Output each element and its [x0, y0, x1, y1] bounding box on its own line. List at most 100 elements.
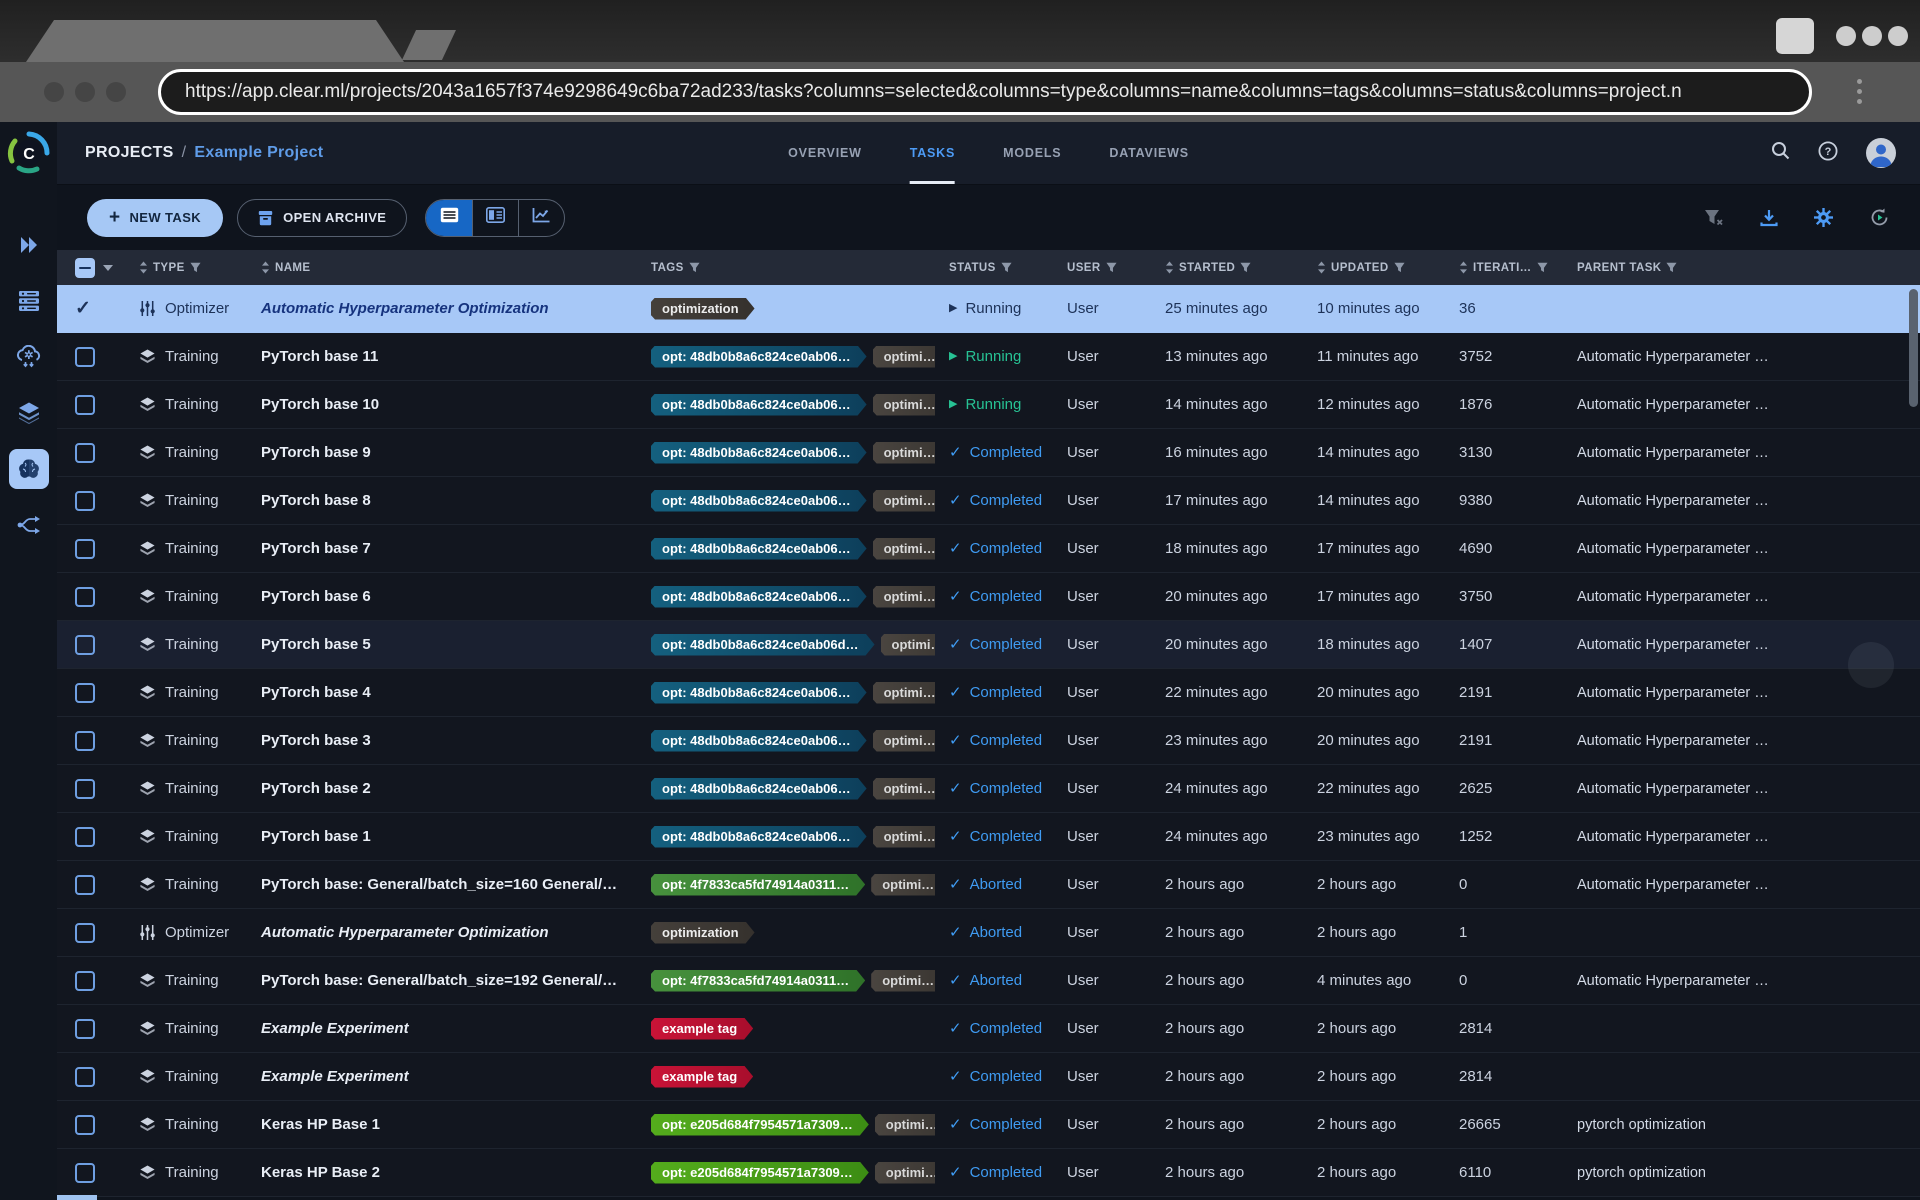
tag-chip[interactable]: opt: 48db0b8a6c824ce0ab06…	[651, 826, 867, 848]
browser-menu-icon[interactable]	[1857, 79, 1862, 104]
task-name[interactable]: PyTorch base: General/batch_size=192 Gen…	[247, 972, 637, 989]
column-header-status[interactable]: STATUS	[935, 262, 1053, 274]
task-name[interactable]: PyTorch base 5	[247, 636, 637, 653]
column-header-tags[interactable]: TAGS	[637, 262, 935, 274]
task-name[interactable]: PyTorch base 9	[247, 444, 637, 461]
row-checkbox[interactable]	[57, 827, 125, 847]
tag-chip[interactable]: optimi…	[873, 826, 935, 848]
sidebar-item-pipeline[interactable]	[0, 497, 57, 553]
sort-icon[interactable]	[1165, 261, 1174, 274]
table-row[interactable]: TrainingPyTorch base: General/batch_size…	[57, 957, 1920, 1005]
column-header-type[interactable]: TYPE	[125, 261, 247, 274]
user-avatar[interactable]	[1866, 138, 1896, 168]
tab-models[interactable]: MODELS	[1003, 122, 1061, 184]
table-row[interactable]: TrainingPyTorch base 9opt: 48db0b8a6c824…	[57, 429, 1920, 477]
breadcrumb-projects[interactable]: PROJECTS	[85, 144, 174, 161]
row-checkbox[interactable]	[57, 923, 125, 943]
row-checkbox[interactable]	[57, 347, 125, 367]
settings-icon[interactable]	[1814, 208, 1833, 227]
filter-icon[interactable]	[1240, 262, 1251, 273]
tag-chip[interactable]: opt: 48db0b8a6c824ce0ab06…	[651, 490, 867, 512]
table-row[interactable]: TrainingKeras HP Base 1opt: e205d684f795…	[57, 1101, 1920, 1149]
tag-chip[interactable]: opt: 48db0b8a6c824ce0ab06…	[651, 778, 867, 800]
browser-window-buttons[interactable]	[1836, 26, 1908, 46]
row-checkbox[interactable]	[57, 491, 125, 511]
tag-chip[interactable]: optimization	[651, 298, 755, 320]
table-row[interactable]: TrainingKeras HP Base 2opt: e205d684f795…	[57, 1149, 1920, 1197]
tag-chip[interactable]: optimi…	[871, 874, 935, 896]
table-row[interactable]: TrainingPyTorch base 2opt: 48db0b8a6c824…	[57, 765, 1920, 813]
table-row[interactable]: TrainingPyTorch base: General/batch_size…	[57, 861, 1920, 909]
tab-dataviews[interactable]: DATAVIEWS	[1109, 122, 1188, 184]
tag-chip[interactable]: optimi…	[873, 778, 935, 800]
tag-chip[interactable]: opt: 4f7833ca5fd74914a0311…	[651, 970, 865, 992]
table-row[interactable]: TrainingPyTorch base 10opt: 48db0b8a6c82…	[57, 381, 1920, 429]
tag-chip[interactable]: optimi…	[881, 634, 935, 656]
column-header-user[interactable]: USER	[1053, 262, 1151, 274]
browser-window-control[interactable]	[1776, 18, 1814, 54]
task-name[interactable]: PyTorch base 4	[247, 684, 637, 701]
task-name[interactable]: PyTorch base 1	[247, 828, 637, 845]
sidebar-item-layers[interactable]	[0, 385, 57, 441]
task-name[interactable]: Example Experiment	[247, 1020, 637, 1037]
tag-chip[interactable]: opt: 48db0b8a6c824ce0ab06…	[651, 586, 867, 608]
tag-chip[interactable]: optimi…	[875, 1162, 935, 1184]
task-name[interactable]: Example Experiment	[247, 1068, 637, 1085]
task-parent[interactable]: pytorch optimization	[1563, 1117, 1920, 1133]
filter-clear-icon[interactable]	[1704, 209, 1724, 227]
sort-icon[interactable]	[261, 261, 270, 274]
tag-chip[interactable]: opt: 4f7833ca5fd74914a0311…	[651, 874, 865, 896]
tag-chip[interactable]: optimi…	[873, 538, 935, 560]
column-header-parent[interactable]: PARENT TASK	[1563, 262, 1920, 274]
sidebar-item-servers[interactable]	[0, 273, 57, 329]
tab-overview[interactable]: OVERVIEW	[788, 122, 862, 184]
sidebar-item-brain[interactable]	[0, 441, 57, 497]
sort-icon[interactable]	[1317, 261, 1326, 274]
row-checkbox[interactable]	[57, 635, 125, 655]
browser-new-tab-button[interactable]	[402, 30, 456, 60]
clearml-logo[interactable]: C	[7, 131, 51, 175]
tag-chip[interactable]: optimi…	[873, 586, 935, 608]
row-checkbox[interactable]	[57, 1067, 125, 1087]
scrollbar-thumb[interactable]	[1909, 289, 1918, 407]
chevron-down-icon[interactable]	[103, 265, 113, 271]
horizontal-scrollbar-thumb[interactable]	[57, 1195, 97, 1200]
table-row[interactable]: TrainingPyTorch base 6opt: 48db0b8a6c824…	[57, 573, 1920, 621]
task-parent[interactable]: Automatic Hyperparameter …	[1563, 829, 1920, 845]
column-header-started[interactable]: STARTED	[1151, 261, 1303, 274]
select-all-indeterminate-checkbox[interactable]	[75, 258, 95, 278]
tag-chip[interactable]: optimi…	[871, 970, 935, 992]
tag-chip[interactable]: optimi…	[873, 394, 935, 416]
browser-active-tab[interactable]	[26, 20, 404, 62]
task-parent[interactable]: Automatic Hyperparameter …	[1563, 541, 1920, 557]
table-row[interactable]: OptimizerAutomatic Hyperparameter Optimi…	[57, 909, 1920, 957]
row-checkbox[interactable]	[57, 1163, 125, 1183]
row-checkbox[interactable]	[57, 395, 125, 415]
tag-chip[interactable]: opt: e205d684f7954571a7309…	[651, 1114, 869, 1136]
filter-icon[interactable]	[1001, 262, 1012, 273]
task-parent[interactable]: Automatic Hyperparameter …	[1563, 733, 1920, 749]
sidebar-item-double-chevron[interactable]	[0, 217, 57, 273]
breadcrumb-project-name[interactable]: Example Project	[194, 144, 323, 161]
new-task-button[interactable]: + NEW TASK	[87, 199, 223, 237]
task-name[interactable]: Automatic Hyperparameter Optimization	[247, 924, 637, 941]
tag-chip[interactable]: opt: 48db0b8a6c824ce0ab06…	[651, 538, 867, 560]
tag-chip[interactable]: optimi…	[873, 730, 935, 752]
open-archive-button[interactable]: OPEN ARCHIVE	[237, 199, 407, 237]
table-row[interactable]: TrainingPyTorch base 1opt: 48db0b8a6c824…	[57, 813, 1920, 861]
table-row[interactable]: TrainingExample Experimentexample tag✓Co…	[57, 1053, 1920, 1101]
refresh-icon[interactable]	[1869, 207, 1890, 228]
task-name[interactable]: PyTorch base 10	[247, 396, 637, 413]
tag-chip[interactable]: opt: 48db0b8a6c824ce0ab06…	[651, 394, 867, 416]
address-bar[interactable]: https://app.clear.ml/projects/2043a1657f…	[158, 69, 1812, 115]
task-name[interactable]: PyTorch base 8	[247, 492, 637, 509]
table-row[interactable]: ✓OptimizerAutomatic Hyperparameter Optim…	[57, 285, 1920, 333]
task-parent[interactable]: Automatic Hyperparameter …	[1563, 589, 1920, 605]
tag-chip[interactable]: example tag	[651, 1018, 753, 1040]
row-checkbox[interactable]	[57, 1115, 125, 1135]
tag-chip[interactable]: opt: e205d684f7954571a7309…	[651, 1162, 869, 1184]
filter-icon[interactable]	[689, 262, 700, 273]
sort-icon[interactable]	[1459, 261, 1468, 274]
row-checkbox[interactable]	[57, 539, 125, 559]
select-all-checkbox[interactable]	[57, 258, 125, 278]
